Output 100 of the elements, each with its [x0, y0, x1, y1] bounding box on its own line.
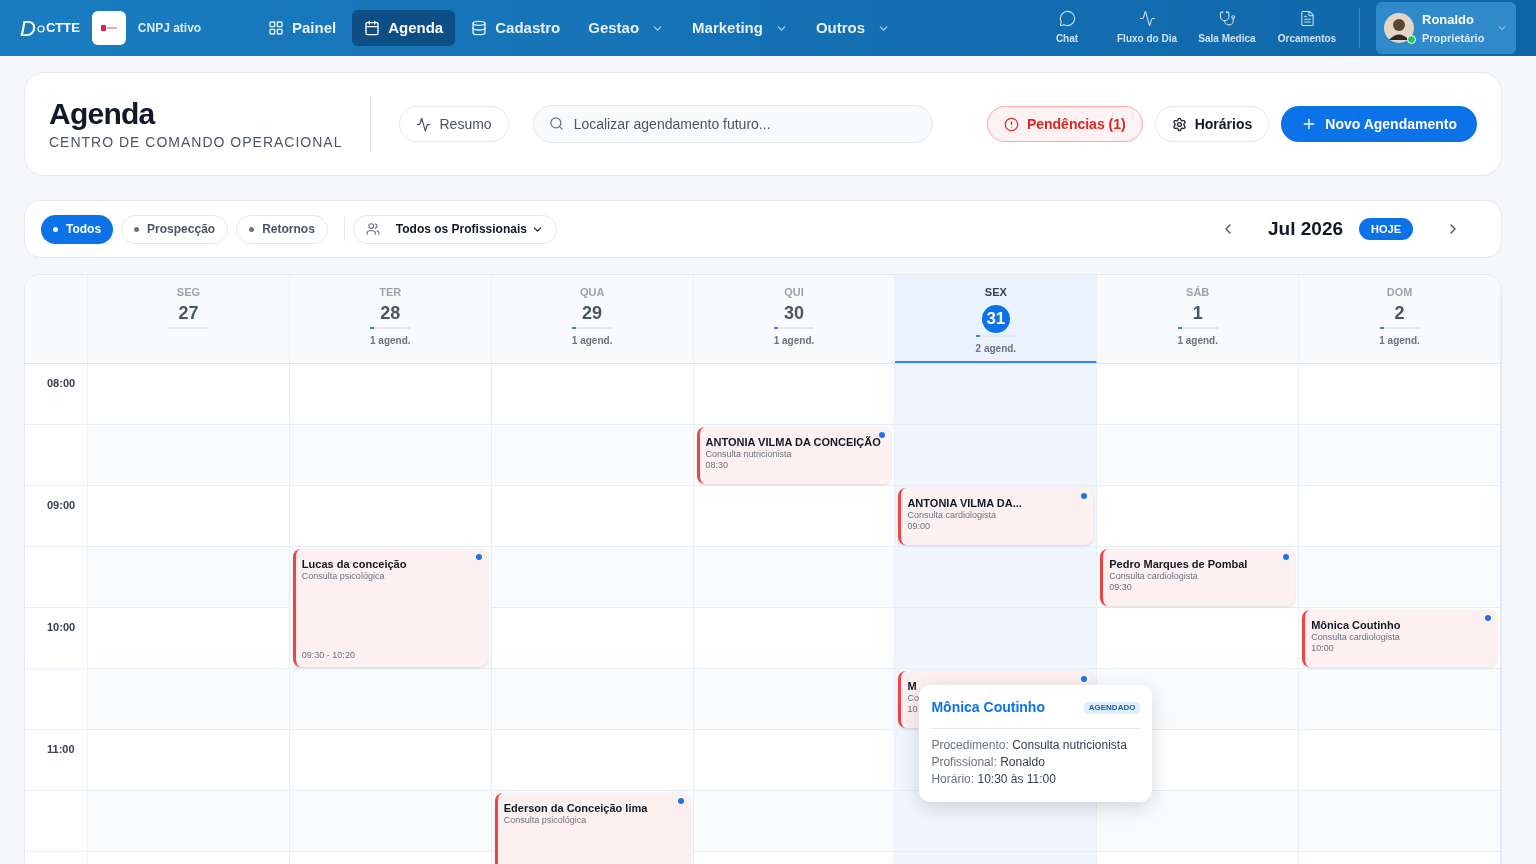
- brand-mark-icon: [100, 24, 117, 32]
- appointment-count: 2 agend.: [975, 341, 1017, 356]
- day-header[interactable]: SEG 27: [88, 275, 290, 363]
- nav-item[interactable]: Agenda: [352, 10, 456, 46]
- nav-item[interactable]: Outros: [803, 10, 903, 46]
- patient-name: Pedro Marques de Pombal: [1109, 558, 1248, 571]
- time-label: 10:00: [47, 621, 76, 633]
- weekday-label: SÁB: [1186, 285, 1210, 300]
- shortcut-button[interactable]: Fluxo do Dia: [1111, 10, 1183, 46]
- appointment-count: 1 agend.: [1177, 333, 1218, 348]
- avatar: [1384, 13, 1414, 43]
- appointment-count: 1 agend.: [773, 333, 815, 348]
- patient-name: Lucas da conceição: [301, 558, 407, 571]
- database-icon: [471, 20, 488, 36]
- day-header[interactable]: QUA 29 1 agend.: [491, 275, 694, 363]
- date-number: 28: [380, 301, 401, 325]
- today-button[interactable]: HOJE: [1359, 218, 1413, 240]
- weekday-label: TER: [379, 285, 402, 300]
- stethoscope-icon: [1218, 10, 1236, 27]
- month-label: Jul 2026: [1268, 216, 1344, 241]
- day-header[interactable]: SÁB 1 1 agend.: [1097, 275, 1300, 363]
- pulse-icon: [416, 116, 432, 132]
- time-slot[interactable]: [491, 547, 693, 608]
- time-label: 09:00: [47, 499, 76, 511]
- date-number: 27: [178, 301, 199, 325]
- service-label: Consulta psicológica: [503, 815, 587, 826]
- appointment-count: 1 agend.: [1379, 333, 1420, 348]
- service-label: Consulta cardiologista: [1311, 632, 1400, 643]
- document-icon: [1298, 10, 1316, 27]
- time-slot[interactable]: [88, 669, 289, 730]
- time-slot[interactable]: [1097, 425, 1299, 486]
- appointment-time: 10: [907, 704, 918, 715]
- time-slot[interactable]: [289, 669, 491, 730]
- service-label: Co: [907, 693, 919, 704]
- appointment-time: 09:30 - 10:20: [301, 650, 355, 661]
- time-slot[interactable]: [88, 547, 289, 608]
- patient-name: Mônica Coutinho: [1311, 619, 1401, 632]
- search-field[interactable]: Localizar agendamento futuro...: [532, 105, 933, 143]
- weekday-label: SEX: [984, 285, 1007, 300]
- time-slot[interactable]: [1299, 547, 1500, 608]
- weekday-label: DOM: [1386, 285, 1413, 300]
- service-label: Consulta nutricionista: [705, 449, 792, 460]
- date-number: 31: [981, 304, 1010, 333]
- time-slot[interactable]: [693, 669, 895, 730]
- patient-name: Ederson da Conceição lima: [503, 802, 648, 815]
- grid-icon: [268, 20, 284, 36]
- day-header[interactable]: SEX 31 2 agend.: [895, 275, 1098, 363]
- time-slot[interactable]: [88, 791, 289, 852]
- day-header[interactable]: TER 28 1 agend.: [289, 275, 492, 363]
- logo-icon: [35, 23, 46, 33]
- nav-item[interactable]: Cadastro: [459, 10, 573, 46]
- shortcut-button[interactable]: Orcamentos: [1271, 10, 1343, 46]
- date-number: 2: [1394, 301, 1405, 325]
- time-slot[interactable]: [693, 547, 895, 608]
- pending-button[interactable]: Pendências (1): [986, 106, 1143, 142]
- alert-icon: [1003, 116, 1019, 132]
- filter-chip[interactable]: Todos: [41, 214, 114, 244]
- time-slot[interactable]: [289, 791, 491, 852]
- appointment-time: 09:00: [907, 521, 930, 532]
- new-appointment-button[interactable]: Novo Agendamento: [1281, 106, 1477, 142]
- day-header[interactable]: DOM 2 1 agend.: [1299, 275, 1501, 363]
- time-slot[interactable]: [1299, 425, 1500, 486]
- time-slot[interactable]: [491, 669, 693, 730]
- logo-letter: D: [20, 14, 36, 43]
- user-role: Proprietário: [1422, 30, 1485, 46]
- time-slot[interactable]: [1097, 791, 1299, 852]
- shortcut-button[interactable]: Sala Medica: [1191, 10, 1263, 46]
- status-badge: AGENDADO: [1083, 701, 1141, 714]
- nav-item[interactable]: Marketing: [680, 10, 800, 46]
- appointment-count: 1 agend.: [571, 333, 613, 348]
- time-slot[interactable]: [1299, 669, 1500, 730]
- users-icon: [365, 222, 380, 236]
- appointment-time: 10:00: [1311, 643, 1334, 654]
- search-icon: [548, 116, 564, 131]
- date-number: 29: [582, 301, 603, 325]
- chat-icon: [1058, 10, 1076, 27]
- date-number: 1: [1192, 301, 1203, 325]
- nav-item[interactable]: Gestao: [576, 10, 677, 46]
- detail-line: Procedimento: Consulta nutricionista: [931, 737, 1128, 754]
- time-slot[interactable]: [289, 425, 491, 486]
- popover-title: Mônica Coutinho: [931, 698, 1045, 717]
- user-name: Ronaldo: [1422, 11, 1474, 29]
- shortcut-button[interactable]: Chat: [1031, 10, 1103, 46]
- appointment-time: 09:30: [1109, 582, 1132, 593]
- time-slot[interactable]: [88, 425, 289, 486]
- user-menu[interactable]: Ronaldo Proprietário: [1376, 2, 1516, 54]
- time-label: 11:00: [47, 743, 75, 755]
- detail-line: Profissional: Ronaldo: [931, 754, 1046, 771]
- appointment-time: 08:30: [705, 460, 729, 471]
- page-subtitle: CENTRO DE COMANDO OPERACIONAL: [49, 132, 343, 152]
- time-slot[interactable]: [693, 791, 895, 852]
- company-status: CNPJ ativo: [137, 20, 202, 37]
- patient-name: ANTONIA VILMA DA...: [907, 497, 1022, 510]
- weekday-label: QUA: [579, 285, 605, 300]
- time-slot[interactable]: [491, 425, 693, 486]
- settings-icon: [1171, 116, 1187, 132]
- time-slot[interactable]: [1299, 791, 1500, 852]
- nav-item[interactable]: Painel: [256, 10, 349, 46]
- time-label: 08:00: [47, 377, 76, 389]
- service-label: Consulta cardiologista: [1109, 571, 1198, 582]
